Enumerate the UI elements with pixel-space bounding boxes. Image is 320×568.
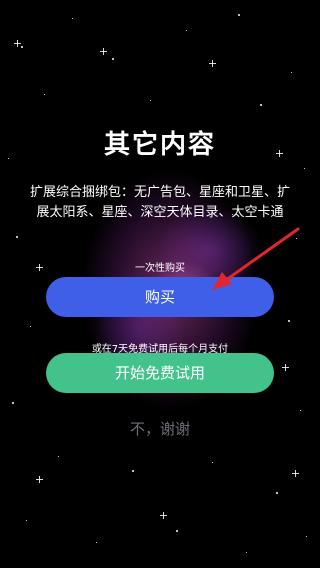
sparkle-star xyxy=(100,48,107,55)
star xyxy=(21,46,23,48)
star xyxy=(12,402,14,404)
star xyxy=(304,168,305,169)
page-title: 其它内容 xyxy=(103,130,216,160)
star xyxy=(150,100,151,101)
star xyxy=(291,72,292,73)
star xyxy=(58,456,59,457)
star xyxy=(26,520,27,521)
bundle-description: 扩展综合捆绑包：无广告包、星座和卫星、扩展太阳系、星座、深空天体目录、太空卡通 xyxy=(29,185,290,220)
star xyxy=(300,410,301,411)
sparkle-star xyxy=(292,470,299,477)
star xyxy=(288,320,290,322)
one-time-purchase-label: 一次性购买 xyxy=(135,263,185,274)
sparkle-star xyxy=(14,40,21,47)
star xyxy=(186,30,187,31)
star xyxy=(246,552,247,553)
sparkle-star xyxy=(160,512,167,519)
no-thanks-link[interactable]: 不，谢谢 xyxy=(0,418,320,439)
buy-button[interactable]: 购买 xyxy=(46,277,274,317)
star xyxy=(306,536,307,537)
sparkle-star xyxy=(282,364,289,371)
start-free-trial-button[interactable]: 开始免费试用 xyxy=(46,353,274,393)
sparkle-star xyxy=(36,476,43,483)
star xyxy=(296,238,297,239)
star xyxy=(72,18,73,19)
star xyxy=(16,236,18,238)
star xyxy=(96,542,97,543)
star xyxy=(132,470,134,472)
star xyxy=(176,530,178,532)
star xyxy=(238,14,240,16)
star xyxy=(276,492,278,494)
sparkle-star xyxy=(209,60,216,67)
star xyxy=(112,58,114,60)
star xyxy=(212,462,213,463)
star xyxy=(260,104,262,106)
star xyxy=(44,94,45,95)
star xyxy=(30,326,31,327)
